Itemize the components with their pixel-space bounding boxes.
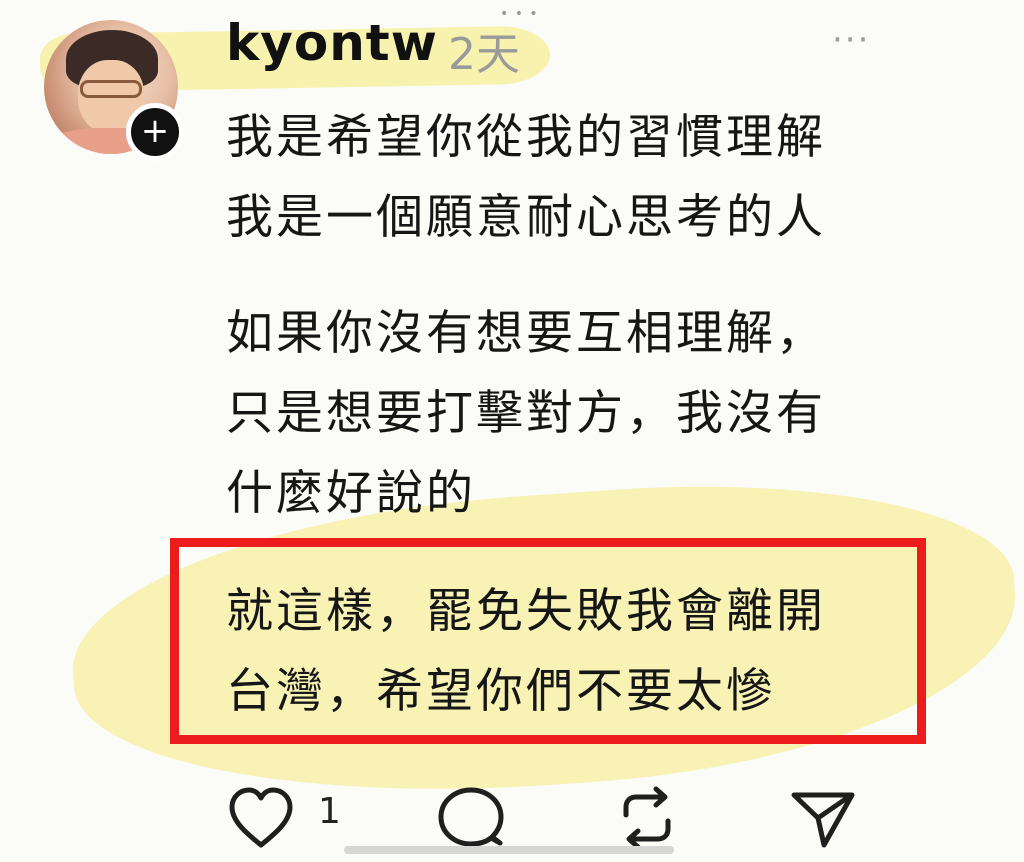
like-count: 1 xyxy=(318,791,341,832)
red-highlight-box xyxy=(170,538,926,744)
more-options-button[interactable]: ··· xyxy=(832,20,870,60)
post-text-line: 我是一個願意耐心思考的人 xyxy=(226,190,826,245)
post-text-line: 我是希望你從我的習慣理解 xyxy=(226,110,826,165)
heart-icon xyxy=(229,787,293,848)
post-time: 2天 xyxy=(448,29,520,80)
post-text-line: 如果你沒有想要互相理解， xyxy=(226,306,826,361)
share-button[interactable] xyxy=(788,785,858,855)
post-text-line: 什麼好說的 xyxy=(226,466,476,521)
repost-button[interactable] xyxy=(612,785,682,855)
comment-icon xyxy=(438,787,504,847)
like-button[interactable] xyxy=(226,785,316,855)
comment-button[interactable] xyxy=(436,785,506,855)
avatar-glasses xyxy=(80,80,142,98)
post-text-line: 只是想要打擊對方，我沒有 xyxy=(226,386,826,441)
follow-button[interactable]: + xyxy=(126,103,184,161)
share-icon xyxy=(791,792,855,848)
home-indicator xyxy=(344,846,674,854)
username[interactable]: kyontw xyxy=(226,14,438,72)
repost-icon xyxy=(623,786,671,850)
